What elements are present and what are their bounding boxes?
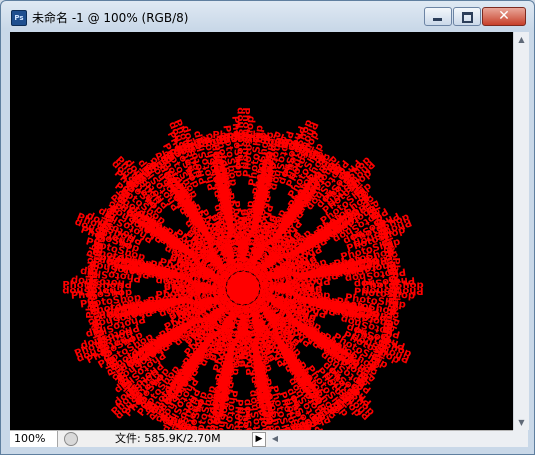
maximize-button[interactable] bbox=[453, 7, 481, 26]
status-menu-arrow[interactable]: ▶ bbox=[252, 432, 266, 447]
window-title: 未命名 -1 @ 100% (RGB/8) bbox=[32, 11, 189, 25]
caption-buttons: ✕ bbox=[423, 7, 526, 26]
scroll-down-arrow[interactable]: ▼ bbox=[514, 415, 529, 430]
document-window: Ps 未命名 -1 @ 100% (RGB/8) ✕ PhotoShop Phot… bbox=[0, 0, 535, 455]
minimize-icon bbox=[433, 18, 442, 21]
scroll-left-arrow[interactable]: ◀ bbox=[268, 431, 282, 447]
document-canvas[interactable]: PhotoShop PhotoShop PhotoShop PhotoShop Phot… bbox=[10, 32, 513, 430]
close-button[interactable]: ✕ bbox=[482, 7, 526, 26]
zoom-field[interactable]: 100% bbox=[10, 431, 58, 447]
vertical-scrollbar[interactable]: ▲ ▼ bbox=[513, 32, 529, 430]
photoshop-app-icon: Ps bbox=[11, 10, 27, 26]
close-icon: ✕ bbox=[498, 8, 510, 24]
maximize-icon bbox=[462, 12, 473, 23]
text-mandala-artwork: PhotoShopPhotoShopPhotoShopPhotoShopPhot… bbox=[62, 107, 423, 430]
artwork-center-dot bbox=[228, 273, 258, 303]
artwork-letter: PhotoShop bbox=[235, 407, 246, 430]
minimize-button[interactable] bbox=[424, 7, 452, 26]
horizontal-scrollbar[interactable]: ◀ ▶ bbox=[268, 431, 528, 447]
zoom-icon[interactable] bbox=[64, 432, 78, 446]
document-info: 文件: 585.9K/2.70M bbox=[115, 432, 221, 445]
resize-corner[interactable] bbox=[513, 430, 528, 446]
status-bar: 100% 文件: 585.9K/2.70M ▶ ◀ ▶ bbox=[10, 430, 528, 447]
scroll-up-arrow[interactable]: ▲ bbox=[514, 32, 529, 47]
title-bar[interactable]: Ps 未命名 -1 @ 100% (RGB/8) ✕ bbox=[1, 1, 534, 31]
